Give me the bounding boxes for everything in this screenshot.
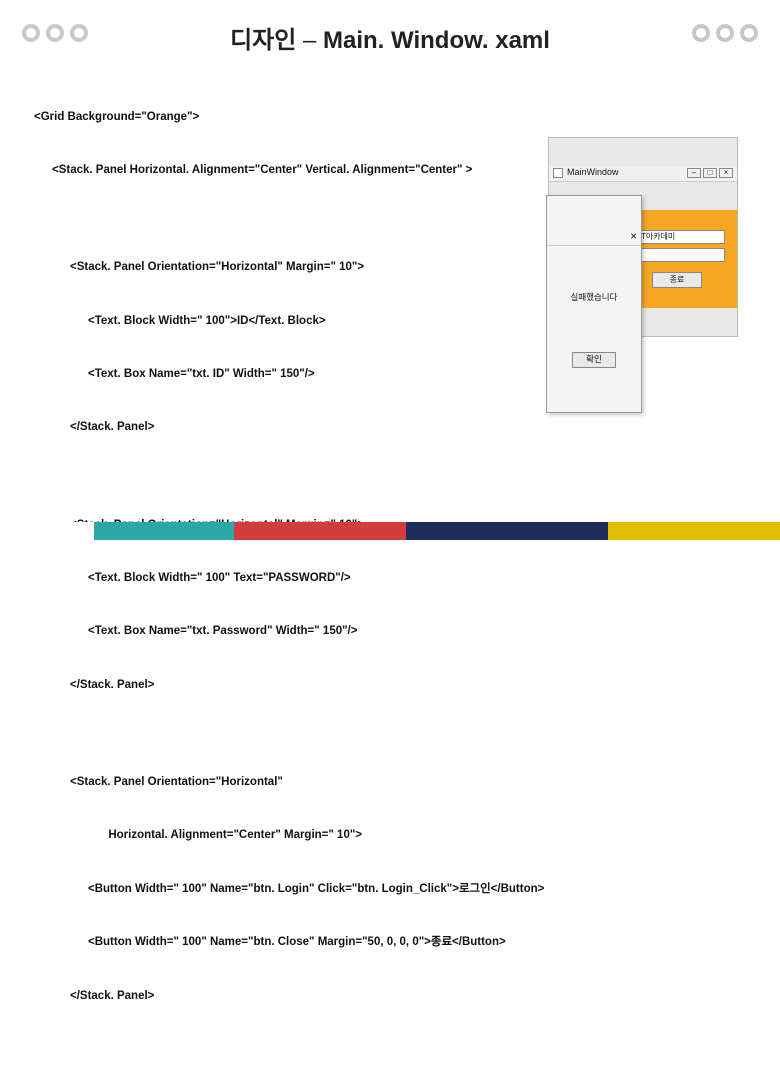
circle-icon	[70, 24, 88, 42]
close-button[interactable]: 종료	[652, 272, 702, 288]
code-line: <Grid Background="Orange">	[34, 109, 746, 127]
messagebox-ok-button[interactable]: 확인	[572, 352, 616, 368]
slide-title: 디자인 – Main. Window. xaml	[28, 20, 752, 55]
minimize-icon[interactable]: –	[687, 168, 701, 178]
code-line: <Button Width=" 100" Name="btn. Login" C…	[88, 881, 746, 899]
messagebox-text: 실패했습니다	[547, 281, 641, 310]
code-line: <Text. Box Name="txt. ID" Width=" 150"/>	[88, 366, 746, 384]
circle-icon	[46, 24, 64, 42]
close-icon[interactable]: ×	[630, 229, 637, 247]
close-icon[interactable]: ×	[719, 168, 733, 178]
code-block: <Grid Background="Orange"> <Stack. Panel…	[34, 73, 746, 1080]
preview-titlebar: MainWindow – □ ×	[549, 166, 737, 182]
code-line: <Text. Block Width=" 100" Text="PASSWORD…	[88, 570, 746, 588]
title-filename: Main. Window. xaml	[323, 27, 550, 54]
title-main: 디자인	[230, 27, 296, 54]
code-line: Horizontal. Alignment="Center" Margin=" …	[70, 827, 746, 845]
code-line: <Stack. Panel Orientation="Horizontal"	[70, 774, 746, 792]
circle-icon	[692, 24, 710, 42]
circle-icon	[740, 24, 758, 42]
preview-window-title: MainWindow	[567, 166, 619, 180]
deco-circles-right	[692, 24, 758, 42]
code-line: <Button Width=" 100" Name="btn. Close" M…	[88, 934, 746, 952]
messagebox: × 실패했습니다 확인	[546, 195, 642, 413]
messagebox-titlebar: ×	[547, 232, 641, 246]
code-line: </Stack. Panel>	[70, 419, 746, 437]
app-icon	[553, 168, 563, 178]
title-separator: –	[303, 27, 316, 54]
deco-circles-left	[22, 24, 88, 42]
code-line: </Stack. Panel>	[70, 988, 746, 1006]
code-line: <Text. Box Name="txt. Password" Width=" …	[88, 623, 746, 641]
code-line: </Stack. Panel>	[70, 677, 746, 695]
maximize-icon[interactable]: □	[703, 168, 717, 178]
footer-stripe	[0, 522, 780, 540]
circle-icon	[716, 24, 734, 42]
circle-icon	[22, 24, 40, 42]
